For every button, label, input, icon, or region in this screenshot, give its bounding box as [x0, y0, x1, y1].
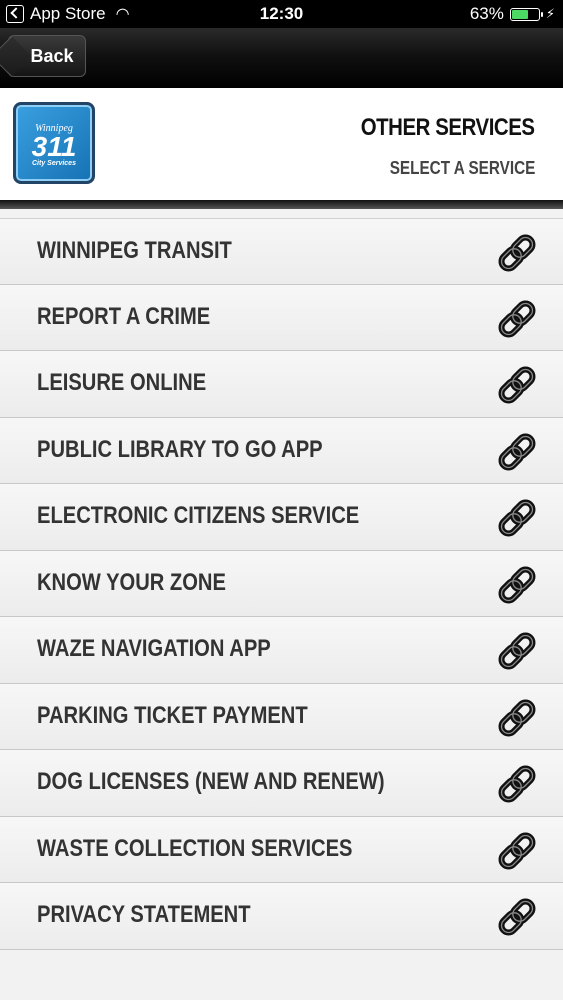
battery-icon: [509, 7, 543, 21]
header-divider: [0, 200, 563, 209]
link-icon: [497, 365, 537, 405]
battery-level: [511, 9, 528, 19]
service-label: WASTE COLLECTION SERVICES: [37, 834, 353, 862]
link-icon: [497, 498, 537, 538]
service-list: WINNIPEG TRANSIT REPORT A CRIME LEISURE ON…: [0, 218, 563, 950]
service-row[interactable]: DOG LICENSES (NEW AND RENEW): [0, 750, 563, 817]
back-button-label: Back: [30, 45, 74, 66]
logo-subtitle: City Services: [32, 160, 76, 167]
service-label: WAZE NAVIGATION APP: [37, 635, 271, 662]
back-button[interactable]: Back: [8, 35, 86, 77]
link-icon: [497, 233, 537, 273]
link-icon: [497, 432, 537, 472]
page-title: OTHER SERVICES: [361, 114, 535, 141]
battery-percent: 63%: [469, 4, 504, 23]
service-row[interactable]: KNOW YOUR ZONE: [0, 550, 563, 617]
service-row[interactable]: WAZE NAVIGATION APP: [0, 617, 563, 684]
service-label: KNOW YOUR ZONE: [37, 568, 226, 596]
service-label: PUBLIC LIBRARY TO GO APP: [37, 435, 323, 463]
service-row[interactable]: WASTE COLLECTION SERVICES: [0, 816, 563, 883]
service-row[interactable]: WINNIPEG TRANSIT: [0, 218, 563, 285]
winnipeg-311-logo: Winnipeg 311 City Services: [13, 102, 95, 184]
service-label: DOG LICENSES (NEW AND RENEW): [37, 768, 385, 795]
page-subtitle: SELECT A SERVICE: [389, 158, 535, 178]
service-row[interactable]: PRIVACY STATEMENT: [0, 883, 563, 950]
link-icon: [497, 299, 537, 339]
service-row[interactable]: LEISURE ONLINE: [0, 351, 563, 418]
service-label: PARKING TICKET PAYMENT: [37, 701, 308, 729]
service-label: REPORT A CRIME: [37, 302, 211, 330]
status-bar: App Store ◠ 12:30 63% ⚡: [0, 0, 563, 28]
charging-icon: ⚡: [545, 6, 555, 21]
link-icon: [497, 897, 537, 937]
link-icon: [497, 698, 537, 738]
page-header: Winnipeg 311 City Services OTHER SERVICE…: [0, 88, 563, 200]
service-row[interactable]: PUBLIC LIBRARY TO GO APP: [0, 417, 563, 484]
logo-number: 311: [31, 131, 77, 162]
service-label: WINNIPEG TRANSIT: [37, 237, 232, 264]
link-icon: [497, 764, 537, 804]
link-icon: [497, 565, 537, 605]
service-label: LEISURE ONLINE: [37, 369, 207, 396]
service-row[interactable]: ELECTRONIC CITIZENS SERVICE: [0, 484, 563, 551]
link-icon: [497, 631, 537, 671]
service-label: PRIVACY STATEMENT: [37, 901, 251, 928]
service-row[interactable]: PARKING TICKET PAYMENT: [0, 683, 563, 750]
navigation-bar: Back: [0, 28, 563, 88]
service-row[interactable]: REPORT A CRIME: [0, 284, 563, 351]
service-label: ELECTRONIC CITIZENS SERVICE: [37, 502, 360, 529]
link-icon: [497, 831, 537, 871]
